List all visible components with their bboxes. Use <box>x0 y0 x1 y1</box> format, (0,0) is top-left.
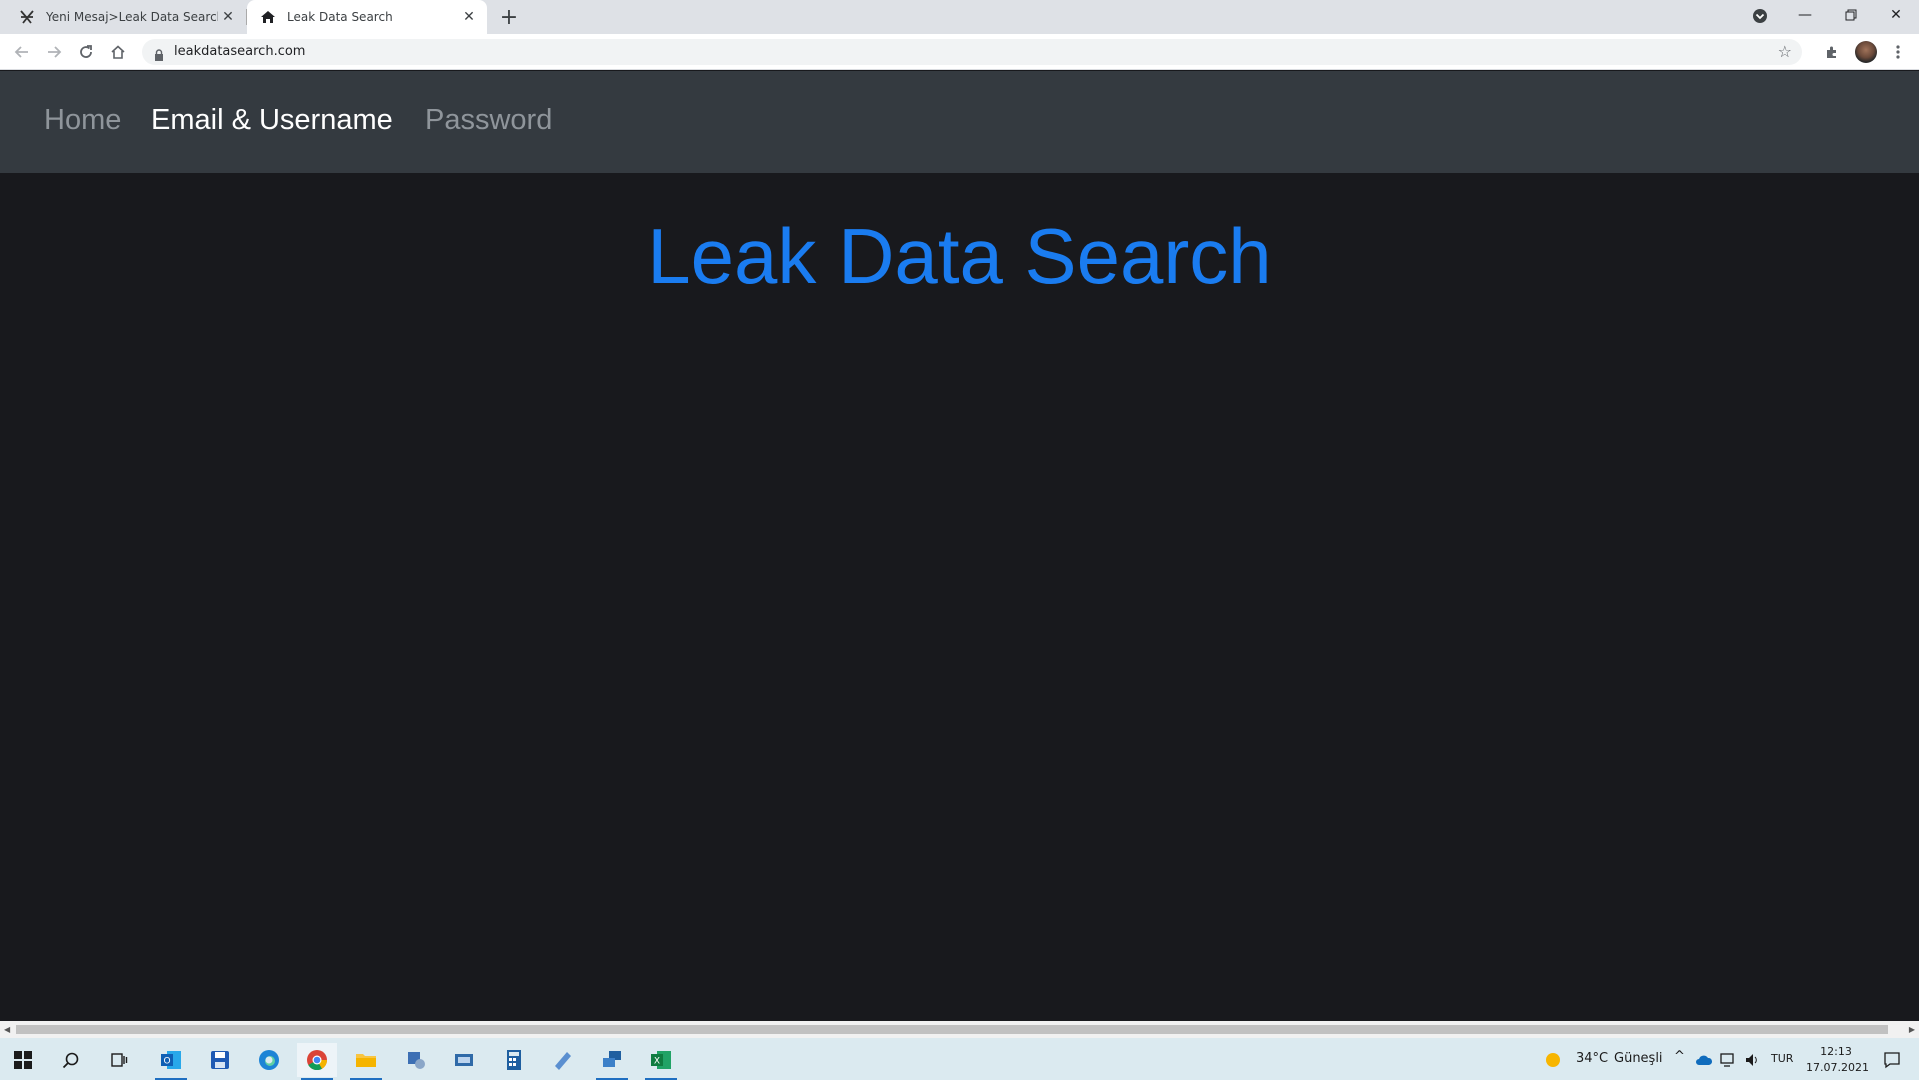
nav-email-username-link[interactable]: Email & Username <box>151 104 393 137</box>
tab-title: Leak Data Search <box>287 10 393 24</box>
forward-icon[interactable] <box>40 38 68 66</box>
web-page: Home Email & Username Password Leak Data… <box>0 71 1919 1021</box>
taskbar-clock[interactable]: 12:13 17.07.2021 <box>1806 1044 1869 1076</box>
clock-date: 17.07.2021 <box>1806 1061 1869 1074</box>
chrome-icon[interactable] <box>297 1043 337 1080</box>
search-icon[interactable] <box>51 1043 91 1077</box>
start-icon[interactable] <box>3 1043 43 1077</box>
browser-tab-strip: Yeni Mesaj>Leak Data Search ✕ Leak Data … <box>0 0 1919 34</box>
svg-text:O: O <box>163 1057 170 1067</box>
close-tab-icon[interactable]: ✕ <box>218 7 238 27</box>
tab-leak-data-search[interactable]: Leak Data Search ✕ <box>247 0 487 34</box>
excel-icon[interactable]: X <box>641 1043 681 1080</box>
reload-icon[interactable] <box>72 38 100 66</box>
outlook-icon[interactable]: O <box>151 1043 191 1080</box>
save-icon[interactable] <box>200 1043 240 1077</box>
app-icon[interactable] <box>396 1043 436 1077</box>
new-tab-button[interactable]: + <box>496 4 522 30</box>
tab-search-icon[interactable] <box>1751 7 1771 27</box>
language-indicator[interactable]: TUR <box>1771 1052 1793 1065</box>
site-logo-icon <box>18 8 36 26</box>
restore-icon[interactable] <box>1828 0 1874 30</box>
weather-temp[interactable]: 34°C <box>1576 1051 1608 1066</box>
lock-icon <box>154 46 164 65</box>
extensions-icon[interactable] <box>1818 38 1846 66</box>
task-view-icon[interactable] <box>99 1043 139 1077</box>
browser-toolbar: leakdatasearch.com ☆ <box>0 34 1919 70</box>
home-button-icon[interactable] <box>104 38 132 66</box>
home-icon <box>259 8 277 26</box>
app-icon[interactable] <box>592 1043 632 1080</box>
app-icon[interactable] <box>543 1043 583 1077</box>
close-window-icon[interactable]: ✕ <box>1873 0 1919 30</box>
back-icon[interactable] <box>8 38 36 66</box>
page-title: Leak Data Search <box>647 212 1272 300</box>
calculator-icon[interactable] <box>494 1043 534 1077</box>
minimize-icon[interactable]: — <box>1782 0 1828 30</box>
scroll-left-icon[interactable]: ◀ <box>4 1025 10 1034</box>
weather-condition[interactable]: Güneşli <box>1614 1051 1663 1066</box>
file-explorer-icon[interactable] <box>346 1043 386 1080</box>
scroll-right-icon[interactable]: ▶ <box>1909 1025 1915 1034</box>
volume-icon[interactable] <box>1740 1043 1764 1077</box>
nav-home-link[interactable]: Home <box>44 104 121 137</box>
nav-password-link[interactable]: Password <box>425 104 552 137</box>
weather-sun-icon[interactable] <box>1536 1043 1570 1077</box>
chevron-up-icon[interactable]: ^ <box>1674 1049 1685 1064</box>
svg-text:X: X <box>654 1057 660 1067</box>
site-navbar: Home Email & Username Password <box>0 71 1919 173</box>
windows-taskbar: O X 34°C Güneşli ^ TUR 12:13 17.07.2021 <box>0 1038 1919 1080</box>
network-icon[interactable] <box>1716 1043 1740 1077</box>
profile-avatar[interactable] <box>1852 38 1880 66</box>
address-url: leakdatasearch.com <box>174 44 306 59</box>
scrollbar-thumb[interactable] <box>16 1025 1888 1034</box>
bookmark-star-icon[interactable]: ☆ <box>1778 42 1792 61</box>
address-bar[interactable]: leakdatasearch.com ☆ <box>142 39 1802 65</box>
notifications-icon[interactable] <box>1872 1043 1912 1077</box>
tab-yeni-mesaj[interactable]: Yeni Mesaj>Leak Data Search ✕ <box>0 0 246 34</box>
edge-icon[interactable] <box>249 1043 289 1077</box>
menu-kebab-icon[interactable] <box>1884 38 1912 66</box>
clock-time: 12:13 <box>1820 1045 1852 1058</box>
app-icon[interactable] <box>444 1043 484 1077</box>
tab-title: Yeni Mesaj>Leak Data Search <box>46 10 218 24</box>
close-tab-icon[interactable]: ✕ <box>459 7 479 27</box>
onedrive-icon[interactable] <box>1692 1043 1716 1077</box>
horizontal-scrollbar[interactable]: ◀ ▶ <box>0 1021 1919 1038</box>
avatar-image <box>1855 41 1877 63</box>
